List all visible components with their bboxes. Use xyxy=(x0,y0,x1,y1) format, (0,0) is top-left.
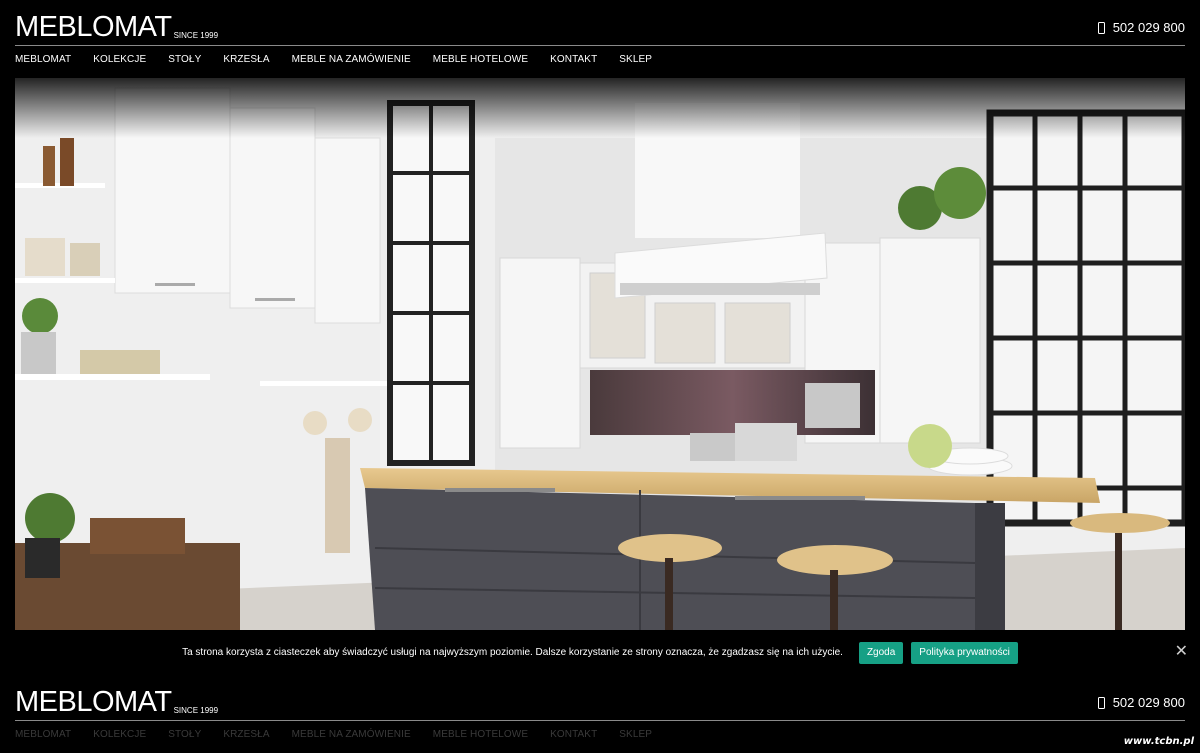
hero-image xyxy=(15,78,1185,630)
mobile-phone-icon xyxy=(1097,696,1105,709)
brand-logo[interactable]: MEBLOMAT SINCE 1999 xyxy=(15,12,218,42)
sticky-nav-item-krzesla[interactable]: KRZESŁA xyxy=(223,729,269,740)
nav-item-meble-na-zamowienie[interactable]: MEBLE NA ZAMÓWIENIE xyxy=(292,54,411,65)
cookie-message: Ta strona korzysta z ciasteczek aby świa… xyxy=(182,647,843,658)
sticky-nav-item-meblomat[interactable]: MEBLOMAT xyxy=(15,729,71,740)
site-header: MEBLOMAT SINCE 1999 502 029 800 MEBLOMAT… xyxy=(15,0,1185,78)
header-top-row: MEBLOMAT SINCE 1999 502 029 800 xyxy=(15,10,1185,46)
privacy-policy-button[interactable]: Polityka prywatności xyxy=(911,641,1018,664)
cookie-accept-button[interactable]: Zgoda xyxy=(858,641,904,664)
watermark: www.tcbn.pl xyxy=(1123,736,1194,747)
sticky-header-top-row: MEBLOMAT SINCE 1999 502 029 800 xyxy=(15,685,1185,721)
main-nav: MEBLOMAT KOLEKCJE STOŁY KRZESŁA MEBLE NA… xyxy=(15,54,674,65)
nav-item-stoly[interactable]: STOŁY xyxy=(168,54,201,65)
kitchen-illustration xyxy=(15,78,1185,630)
sticky-nav-item-sklep[interactable]: SKLEP xyxy=(619,729,652,740)
right-window xyxy=(986,109,1185,527)
brand-name: MEBLOMAT xyxy=(15,11,172,43)
phone-number: 502 029 800 xyxy=(1112,20,1185,35)
phone-contact[interactable]: 502 029 800 xyxy=(1097,20,1185,35)
sticky-nav-item-kolekcje[interactable]: KOLEKCJE xyxy=(93,729,146,740)
nav-item-kontakt[interactable]: KONTAKT xyxy=(550,54,597,65)
sticky-nav: MEBLOMAT KOLEKCJE STOŁY KRZESŁA MEBLE NA… xyxy=(15,729,674,740)
mobile-phone-icon xyxy=(1097,21,1105,34)
sticky-header: MEBLOMAT SINCE 1999 502 029 800 MEBLOMAT… xyxy=(15,675,1185,753)
left-window xyxy=(387,100,475,466)
sticky-nav-item-meble-hotelowe[interactable]: MEBLE HOTELOWE xyxy=(433,729,528,740)
close-icon[interactable]: ✕ xyxy=(1175,644,1188,660)
sticky-phone-number: 502 029 800 xyxy=(1112,695,1185,710)
sticky-brand-name: MEBLOMAT xyxy=(15,686,172,718)
sticky-brand-since: SINCE 1999 xyxy=(173,706,219,715)
nav-item-sklep[interactable]: SKLEP xyxy=(619,54,652,65)
nav-item-krzesla[interactable]: KRZESŁA xyxy=(223,54,269,65)
cookie-consent-bar: Ta strona korzysta z ciasteczek aby świa… xyxy=(0,630,1200,675)
sticky-brand-logo[interactable]: MEBLOMAT SINCE 1999 xyxy=(15,687,218,717)
sticky-nav-item-stoly[interactable]: STOŁY xyxy=(168,729,201,740)
sticky-nav-item-kontakt[interactable]: KONTAKT xyxy=(550,729,597,740)
kitchen-island xyxy=(360,468,1100,630)
sticky-nav-item-meble-na-zamowienie[interactable]: MEBLE NA ZAMÓWIENIE xyxy=(292,729,411,740)
brand-since: SINCE 1999 xyxy=(173,31,219,40)
sticky-phone-contact[interactable]: 502 029 800 xyxy=(1097,695,1185,710)
nav-item-meble-hotelowe[interactable]: MEBLE HOTELOWE xyxy=(433,54,528,65)
nav-item-meblomat[interactable]: MEBLOMAT xyxy=(15,54,71,65)
nav-item-kolekcje[interactable]: KOLEKCJE xyxy=(93,54,146,65)
